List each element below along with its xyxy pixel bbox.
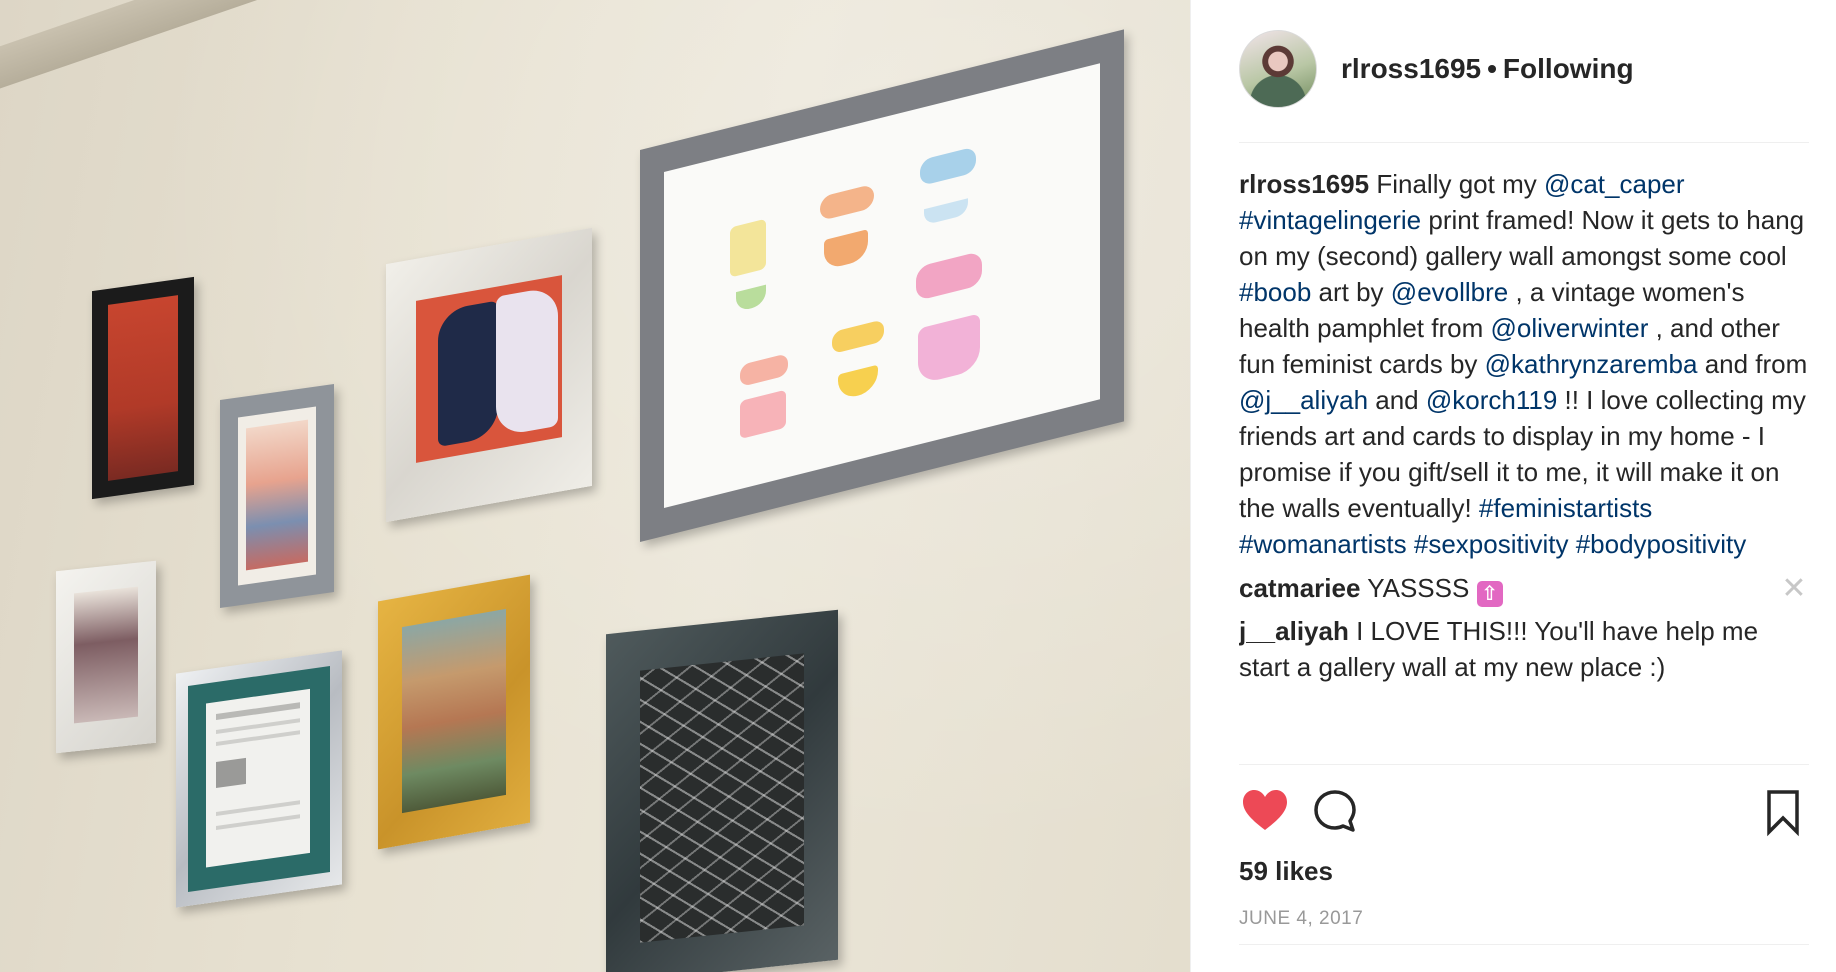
header-divider [1239,142,1809,143]
hashtag-link[interactable]: #feministartists [1479,493,1652,523]
header-username[interactable]: rlross1695 [1341,53,1481,84]
close-icon[interactable]: ✕ [1779,574,1809,604]
caption-text-segment [1407,529,1414,559]
caption-text: Finally got my @cat_caper #vintagelinger… [1239,169,1807,559]
caption-text-segment [1568,529,1575,559]
photo-frame-grey-small [220,383,334,609]
caption-text-segment: and [1368,385,1426,415]
bookmark-icon[interactable] [1757,786,1809,838]
comment-item: j__aliyah I LOVE THIS!!! You'll have hel… [1239,613,1809,685]
bottom-divider [1239,944,1809,945]
comment-text: YASSSS [1367,573,1470,603]
caption-text-segment: Finally got my [1376,169,1544,199]
up-arrow-emoji-icon: ⇧ [1476,581,1503,607]
hashtag-link[interactable]: #vintagelingerie [1239,205,1421,235]
photo-frame-silver-pamphlet [176,650,342,908]
photo-frame-black [92,276,194,500]
post-actions [1239,786,1809,838]
post-header: rlross1695 • Following [1239,26,1809,112]
heart-filled-icon[interactable] [1239,786,1291,838]
actions-divider [1239,764,1809,765]
mention-link[interactable]: @oliverwinter [1490,313,1648,343]
mention-link[interactable]: @evollbre [1391,277,1508,307]
comment-item: catmariee YASSSS ⇧ ✕ [1239,570,1809,607]
comments-list: rlross1695 Finally got my @cat_caper #vi… [1239,166,1809,762]
post-date[interactable]: JUNE 4, 2017 [1239,908,1363,930]
mention-link[interactable]: @korch119 [1426,385,1557,415]
photo-frame-dark-rustic [606,609,838,972]
like-count[interactable]: 59 likes [1239,856,1333,887]
photo-frame-white-small [56,560,156,754]
comment-username[interactable]: j__aliyah [1239,616,1349,646]
caption-text-segment: art by [1311,277,1391,307]
comment-username[interactable]: catmariee [1239,573,1360,603]
instagram-post: rlross1695 • Following rlross1695 Finally … [0,0,1836,972]
post-photo[interactable] [0,0,1190,972]
mention-link[interactable]: @cat_caper [1544,169,1685,199]
hashtag-link[interactable]: #sexpositivity [1414,529,1569,559]
mention-link[interactable]: @kathrynzaremba [1485,349,1698,379]
hashtag-link[interactable]: #womanartists [1239,529,1407,559]
header-separator: • [1487,53,1497,84]
post-sidebar: rlross1695 • Following rlross1695 Finally … [1190,0,1836,972]
comment-bubble-icon[interactable] [1309,786,1361,838]
photo-frame-white-distressed [386,227,592,523]
hashtag-link[interactable]: #boob [1239,277,1311,307]
caption: rlross1695 Finally got my @cat_caper #vi… [1239,166,1809,562]
follow-status-button[interactable]: Following [1503,53,1634,84]
profile-avatar[interactable] [1239,30,1317,108]
caption-username[interactable]: rlross1695 [1239,169,1369,199]
photo-frame-gold [378,574,530,850]
mention-link[interactable]: @j__aliyah [1239,385,1368,415]
caption-text-segment: and from [1697,349,1808,379]
hashtag-link[interactable]: #bodypositivity [1576,529,1747,559]
